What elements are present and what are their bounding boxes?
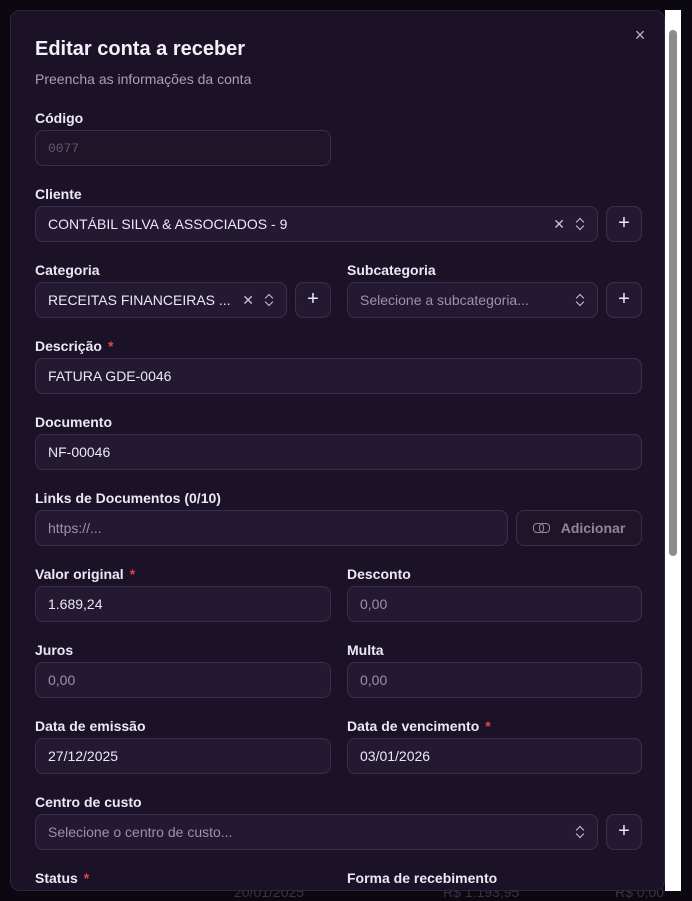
- valor-original-label-text: Valor original: [35, 566, 124, 582]
- links-label: Links de Documentos (0/10): [35, 490, 221, 506]
- descricao-input[interactable]: FATURA GDE-0046: [35, 358, 642, 394]
- centro-custo-select[interactable]: Selecione o centro de custo...: [35, 814, 598, 850]
- data-emissao-value: 27/12/2025: [48, 748, 119, 764]
- juros-placeholder: 0,00: [48, 672, 76, 688]
- subcategoria-label: Subcategoria: [347, 262, 436, 278]
- clear-icon[interactable]: ✕: [242, 293, 254, 307]
- valor-original-value: 1.689,24: [48, 596, 103, 612]
- data-emissao-label: Data de emissão: [35, 718, 146, 734]
- data-emissao-input[interactable]: 27/12/2025: [35, 738, 331, 774]
- descricao-label-text: Descrição: [35, 338, 102, 354]
- status-label: Status *: [35, 870, 89, 886]
- add-centro-custo-button[interactable]: +: [606, 814, 642, 850]
- chevron-updown-icon: [575, 825, 585, 839]
- centro-custo-label: Centro de custo: [35, 794, 142, 810]
- documento-label: Documento: [35, 414, 112, 430]
- categoria-value: RECEITAS FINANCEIRAS ...: [48, 292, 231, 308]
- data-vencimento-input[interactable]: 03/01/2026: [347, 738, 642, 774]
- close-icon[interactable]: ×: [630, 25, 650, 45]
- forma-recebimento-label: Forma de recebimento: [347, 870, 498, 886]
- data-vencimento-label: Data de vencimento *: [347, 718, 491, 734]
- add-cliente-button[interactable]: +: [606, 206, 642, 242]
- multa-label: Multa: [347, 642, 384, 658]
- codigo-field: 0077: [35, 130, 331, 166]
- required-marker: *: [83, 870, 90, 886]
- link-icon: [532, 523, 550, 533]
- add-subcategoria-button[interactable]: +: [606, 282, 642, 318]
- scrollbar-thumb[interactable]: [669, 30, 677, 556]
- subcategoria-select[interactable]: Selecione a subcategoria...: [347, 282, 598, 318]
- data-vencimento-label-text: Data de vencimento: [347, 718, 480, 734]
- multa-input[interactable]: 0,00: [347, 662, 642, 698]
- status-label-text: Status: [35, 870, 78, 886]
- multa-placeholder: 0,00: [360, 672, 388, 688]
- chevron-updown-icon: [264, 293, 274, 307]
- add-categoria-button[interactable]: +: [295, 282, 331, 318]
- data-vencimento-value: 03/01/2026: [360, 748, 431, 764]
- cliente-label: Cliente: [35, 186, 82, 202]
- centro-custo-placeholder: Selecione o centro de custo...: [48, 824, 233, 840]
- cliente-value: CONTÁBIL SILVA & ASSOCIADOS - 9: [48, 216, 288, 232]
- descricao-value: FATURA GDE-0046: [48, 368, 172, 384]
- desconto-placeholder: 0,00: [360, 596, 388, 612]
- categoria-label: Categoria: [35, 262, 100, 278]
- clear-icon[interactable]: ✕: [553, 217, 565, 231]
- juros-label: Juros: [35, 642, 74, 658]
- scrollbar[interactable]: [665, 10, 681, 891]
- cliente-select[interactable]: CONTÁBIL SILVA & ASSOCIADOS - 9 ✕: [35, 206, 598, 242]
- descricao-label: Descrição *: [35, 338, 113, 354]
- desconto-input[interactable]: 0,00: [347, 586, 642, 622]
- add-link-button[interactable]: Adicionar: [516, 510, 642, 546]
- link-url-placeholder: https://...: [48, 520, 102, 536]
- required-marker: *: [485, 718, 491, 734]
- dialog-title: Editar conta a receber: [35, 38, 246, 60]
- subcategoria-placeholder: Selecione a subcategoria...: [360, 292, 529, 308]
- juros-input[interactable]: 0,00: [35, 662, 331, 698]
- required-marker: *: [107, 338, 114, 354]
- chevron-updown-icon: [575, 217, 585, 231]
- chevron-updown-icon: [575, 293, 585, 307]
- documento-input[interactable]: NF-00046: [35, 434, 642, 470]
- edit-receivable-dialog: × Editar conta a receber Preencha as inf…: [10, 10, 665, 891]
- documento-value: NF-00046: [48, 444, 111, 460]
- valor-original-label: Valor original *: [35, 566, 135, 582]
- link-url-input[interactable]: https://...: [35, 510, 508, 546]
- desconto-label: Desconto: [347, 566, 411, 582]
- codigo-label: Código: [35, 110, 84, 126]
- valor-original-input[interactable]: 1.689,24: [35, 586, 331, 622]
- add-link-label: Adicionar: [560, 520, 626, 536]
- codigo-value: 0077: [48, 140, 80, 156]
- required-marker: *: [129, 566, 136, 582]
- dialog-subtitle: Preencha as informações da conta: [35, 71, 252, 87]
- categoria-select[interactable]: RECEITAS FINANCEIRAS ... ✕: [35, 282, 287, 318]
